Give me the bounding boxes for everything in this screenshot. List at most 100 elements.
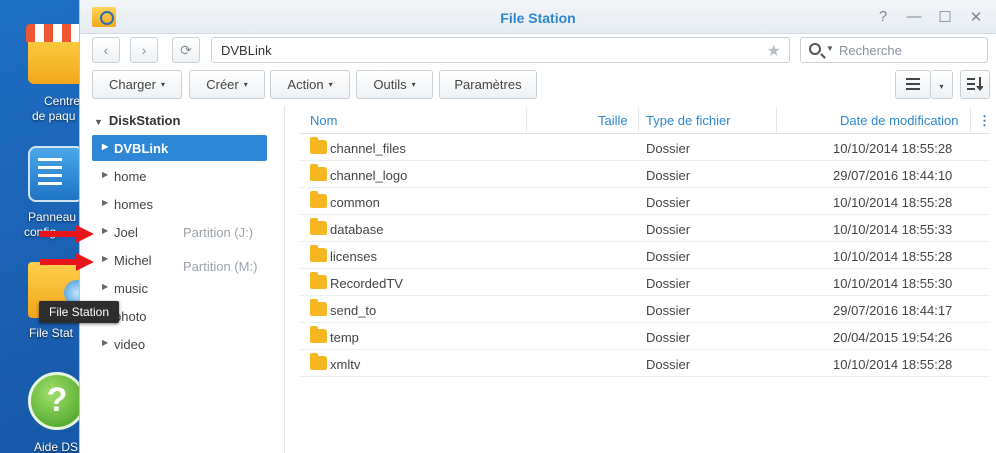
collapsed-triangle-icon: ▶ (102, 282, 109, 291)
tree-item-music[interactable]: ▶ music (92, 275, 267, 301)
control-panel-icon[interactable] (28, 146, 84, 202)
back-button[interactable]: ‹ (92, 37, 120, 63)
table-row[interactable]: RecordedTV Dossier 10/10/2014 18:55:30 (300, 269, 990, 296)
row-name: common (330, 195, 380, 210)
help-icon[interactable]: ? (28, 372, 86, 430)
maximize-button[interactable]: ☐ (937, 8, 953, 26)
row-type: Dossier (646, 303, 691, 318)
row-name: RecordedTV (330, 276, 403, 291)
row-name: database (330, 222, 384, 237)
table-row[interactable]: licenses Dossier 10/10/2014 18:55:28 (300, 242, 990, 269)
tree-item-homes[interactable]: ▶ homes (92, 191, 267, 217)
row-type: Dossier (646, 249, 691, 264)
tree-root-diskstation[interactable]: ▼ DiskStation (94, 113, 180, 128)
table-row[interactable]: send_to Dossier 29/07/2016 18:44:17 (300, 296, 990, 323)
path-field[interactable]: DVBLink ★ (211, 37, 790, 63)
window-title: File Station (500, 10, 576, 26)
row-date: 20/04/2015 19:54:26 (833, 330, 953, 345)
folder-icon (310, 272, 327, 289)
chevron-down-icon: ▾ (243, 80, 248, 89)
row-date: 10/10/2014 18:55:28 (833, 249, 953, 264)
table-row[interactable]: xmltv Dossier 10/10/2014 18:55:28 (300, 350, 990, 377)
title-bar[interactable]: File Station ? — ☐ ✕ (80, 0, 996, 34)
column-header-date[interactable]: Date de modification (840, 113, 959, 128)
help-button[interactable]: ? (875, 8, 891, 26)
navigation-bar: ‹ › ⟳ DVBLink ★ ▼ Recherche (80, 34, 996, 66)
table-row[interactable]: common Dossier 10/10/2014 18:55:28 (300, 188, 990, 215)
folder-icon (310, 191, 327, 208)
row-date: 29/07/2016 18:44:17 (833, 303, 953, 318)
table-row[interactable]: temp Dossier 20/04/2015 19:54:26 (300, 323, 990, 350)
close-button[interactable]: ✕ (968, 8, 984, 26)
folder-icon (310, 218, 327, 235)
row-type: Dossier (646, 168, 691, 183)
minimize-button[interactable]: — (906, 8, 922, 26)
refresh-button[interactable]: ⟳ (172, 37, 200, 63)
list-view-button[interactable] (895, 70, 931, 99)
column-separator[interactable] (526, 108, 527, 132)
tooltip: File Station (39, 301, 120, 323)
row-name: licenses (330, 249, 377, 264)
folder-icon (310, 353, 327, 370)
column-separator[interactable] (638, 108, 639, 132)
row-name: send_to (330, 303, 377, 318)
file-station-window: File Station ? — ☐ ✕ ‹ › ⟳ DVBLink ★ ▼ R… (40, 0, 996, 453)
desktop-label-file-station: File Stat (29, 326, 74, 340)
folder-icon (310, 326, 327, 343)
tree-item-video[interactable]: ▶ video (92, 331, 267, 357)
package-center-icon[interactable] (26, 24, 86, 84)
folder-icon (310, 164, 327, 181)
row-date: 10/10/2014 18:55:28 (833, 195, 953, 210)
star-icon[interactable]: ★ (767, 41, 781, 61)
chevron-down-icon[interactable]: ▼ (826, 44, 834, 53)
search-input[interactable]: ▼ Recherche (800, 37, 988, 63)
table-row[interactable]: database Dossier 10/10/2014 18:55:33 (300, 215, 990, 242)
column-header-name[interactable]: Nom (310, 113, 337, 128)
sort-icon (967, 77, 984, 91)
column-separator[interactable] (776, 108, 777, 132)
row-name: channel_files (330, 141, 406, 156)
column-options-icon[interactable]: ⋮ (978, 113, 991, 129)
view-dropdown-button[interactable]: ▾ (931, 70, 953, 99)
row-type: Dossier (646, 330, 691, 345)
sort-button[interactable] (960, 70, 990, 99)
column-header-type[interactable]: Type de fichier (646, 113, 731, 128)
collapsed-triangle-icon: ▶ (102, 198, 109, 207)
search-placeholder: Recherche (839, 43, 902, 58)
upload-button[interactable]: Charger ▾ (92, 70, 182, 99)
partition-label-j: Partition (J:) (183, 225, 254, 240)
settings-button[interactable]: Paramètres (439, 70, 537, 99)
action-button[interactable]: Action ▾ (270, 70, 350, 99)
search-icon (809, 43, 821, 55)
forward-button[interactable]: › (130, 37, 158, 63)
row-type: Dossier (646, 357, 691, 372)
create-button[interactable]: Créer ▾ (189, 70, 265, 99)
row-date: 10/10/2014 18:55:30 (833, 276, 953, 291)
column-header-size[interactable]: Taille (598, 113, 628, 128)
tree-item-home[interactable]: ▶ home (92, 163, 267, 189)
desktop-label-help: Aide DS (34, 440, 79, 453)
collapsed-triangle-icon: ▶ (102, 226, 109, 235)
row-date: 29/07/2016 18:44:10 (833, 168, 953, 183)
chevron-down-icon: ▾ (411, 80, 416, 89)
row-type: Dossier (646, 141, 691, 156)
collapsed-triangle-icon: ▶ (102, 338, 109, 347)
row-type: Dossier (646, 276, 691, 291)
collapsed-triangle-icon: ▶ (102, 170, 109, 179)
row-type: Dossier (646, 195, 691, 210)
folder-icon (310, 137, 327, 154)
tools-button[interactable]: Outils ▾ (356, 70, 433, 99)
table-row[interactable]: channel_logo Dossier 29/07/2016 18:44:10 (300, 161, 990, 188)
table-row[interactable]: channel_files Dossier 10/10/2014 18:55:28 (300, 134, 990, 161)
folder-icon (310, 245, 327, 262)
chevron-down-icon: ▾ (939, 82, 944, 91)
desktop-label-package-center: Centre de paqu (32, 94, 81, 123)
collapsed-triangle-icon: ▶ (102, 254, 109, 263)
row-name: channel_logo (330, 168, 408, 183)
table-body: channel_files Dossier 10/10/2014 18:55:28 … (300, 134, 990, 377)
window-controls: ? — ☐ ✕ (875, 8, 984, 26)
column-separator (970, 108, 971, 132)
path-text: DVBLink (221, 43, 272, 58)
row-type: Dossier (646, 222, 691, 237)
tree-item-dvblink[interactable]: ▶ DVBLink (92, 135, 267, 161)
